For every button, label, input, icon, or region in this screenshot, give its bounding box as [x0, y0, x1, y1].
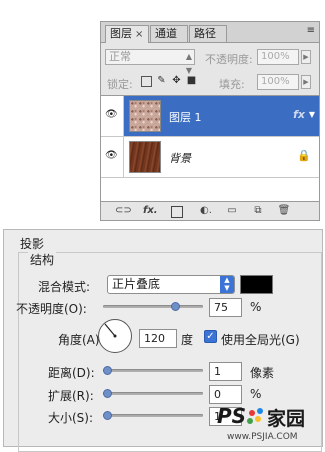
eye-icon: 👁 [105, 109, 118, 120]
distance-input-value: 1 [214, 365, 221, 378]
lock-brush-icon[interactable]: ✎ [156, 76, 167, 87]
spread-input-value: 0 [214, 388, 221, 401]
lock-transparent-icon[interactable] [141, 76, 152, 87]
layer-row-1[interactable]: 👁 图层 1 fx ▼ [101, 96, 319, 137]
tab-channels-label: 通道 [155, 27, 177, 40]
shadow-color-swatch[interactable] [240, 275, 273, 294]
opacity-slider-arrow-icon[interactable]: ▶ [301, 50, 311, 64]
dialog-title: 投影 [20, 237, 45, 251]
expand-arrow-icon[interactable]: ▼ [309, 110, 315, 119]
blend-mode-label: 混合模式: [38, 280, 91, 294]
layer-list: 👁 图层 1 fx ▼ 👁 背景 🔒 [101, 95, 319, 204]
watermark-logo: PS 家园 www.PSJIA.COM [211, 404, 319, 444]
blend-mode-value: 正片叠底 [112, 277, 161, 291]
close-icon[interactable]: × [135, 29, 143, 40]
angle-unit: 度 [181, 333, 194, 347]
logo-dot-icon [247, 418, 253, 424]
fx-icon[interactable]: fx [293, 108, 305, 121]
size-label: 大小(S): [48, 411, 94, 425]
layer-blend-mode-value: 正常 [109, 50, 131, 63]
angle-dial[interactable] [98, 319, 132, 353]
layer-opacity-label: 不透明度: [205, 53, 253, 66]
layer-opacity-value: 100% [261, 51, 290, 62]
opacity-label: 不透明度(O): [16, 302, 87, 316]
fill-field[interactable]: 100% [257, 74, 299, 90]
distance-unit: 像素 [250, 366, 275, 380]
distance-input[interactable]: 1 [209, 362, 242, 381]
angle-input-value: 120 [144, 332, 165, 345]
watermark-url: www.PSJIA.COM [227, 432, 298, 442]
lock-icon: 🔒 [297, 149, 311, 162]
panel-tabs: 图层 × 通道 路径 ≡ [101, 22, 319, 43]
structure-group-title: 结构 [28, 251, 57, 268]
lock-move-icon[interactable]: ✥ [171, 76, 182, 87]
visibility-toggle[interactable]: 👁 [101, 96, 124, 136]
spread-slider-track[interactable] [103, 392, 203, 395]
opacity-input-value: 75 [214, 301, 228, 314]
fill-slider-arrow-icon[interactable]: ▶ [301, 75, 311, 89]
opacity-unit: % [250, 300, 262, 314]
layer-name: 背景 [169, 152, 191, 165]
watermark-brand-cn: 家园 [267, 408, 306, 430]
layer-thumbnail [129, 141, 161, 173]
layers-panel: 图层 × 通道 路径 ≡ 正常 ▲ ▼ 不透明度: 100% ▶ 锁定: ✎ ✥ ■… [100, 21, 320, 221]
add-mask-icon[interactable] [171, 206, 183, 218]
lock-all-icon[interactable]: ■ [186, 76, 197, 87]
lock-label: 锁定: [107, 78, 133, 91]
distance-label: 距离(D): [48, 366, 95, 380]
logo-dot-icon [249, 410, 255, 416]
adjustment-layer-icon[interactable]: ◐. [199, 204, 213, 217]
layer-row-background[interactable]: 👁 背景 🔒 [101, 137, 319, 178]
lock-row: 锁定: ✎ ✥ ■ 填充: 100% ▶ [101, 74, 319, 92]
fill-label: 填充: [219, 78, 245, 91]
layers-bottom-toolbar: ⊂⊃ fx. ◐. ▭ ⧉ 🗑 [101, 201, 319, 220]
size-slider-thumb[interactable] [103, 411, 112, 420]
panel-menu-icon[interactable]: ≡ [307, 25, 315, 36]
add-style-icon[interactable]: fx. [143, 204, 158, 217]
tab-channels[interactable]: 通道 [150, 25, 188, 42]
use-global-light-label: 使用全局光(G) [221, 333, 300, 347]
spread-input[interactable]: 0 [209, 385, 242, 404]
blend-mode-select[interactable]: 正片叠底 ▲ ▼ [107, 275, 235, 294]
new-layer-icon[interactable]: ⧉ [251, 204, 265, 217]
layer-name: 图层 1 [169, 111, 202, 124]
logo-dot-icon [257, 408, 263, 414]
watermark-brand: PS [217, 404, 247, 428]
angle-dial-needle [104, 323, 117, 338]
fill-value: 100% [261, 76, 290, 87]
tab-layers-label: 图层 [110, 27, 132, 40]
size-slider-track[interactable] [103, 414, 203, 417]
layer-opacity-field[interactable]: 100% [257, 49, 299, 65]
tab-paths[interactable]: 路径 [189, 25, 227, 42]
logo-dot-icon [255, 416, 261, 422]
distance-slider-track[interactable] [103, 369, 203, 372]
layer-thumbnail [129, 100, 161, 132]
spread-slider-thumb[interactable] [103, 389, 112, 398]
angle-input[interactable]: 120 [139, 329, 177, 348]
spread-label: 扩展(R): [48, 389, 94, 403]
distance-slider-thumb[interactable] [103, 366, 112, 375]
use-global-light-checkbox[interactable]: ✓ [204, 330, 217, 343]
new-group-icon[interactable]: ▭ [225, 204, 239, 217]
tab-layers[interactable]: 图层 × [105, 25, 149, 43]
eye-icon: 👁 [105, 150, 118, 161]
spread-unit: % [250, 387, 262, 401]
opacity-input[interactable]: 75 [209, 298, 242, 317]
angle-label: 角度(A): [58, 333, 104, 347]
trash-icon[interactable]: 🗑 [277, 204, 291, 217]
visibility-toggle[interactable]: 👁 [101, 137, 124, 177]
layer-blend-mode-select[interactable]: 正常 ▲ ▼ [105, 49, 195, 75]
link-layers-icon[interactable]: ⊂⊃ [115, 204, 132, 217]
tab-paths-label: 路径 [194, 27, 216, 40]
opacity-slider-track[interactable] [103, 305, 203, 308]
chevron-updown-icon: ▲ ▼ [220, 276, 234, 293]
